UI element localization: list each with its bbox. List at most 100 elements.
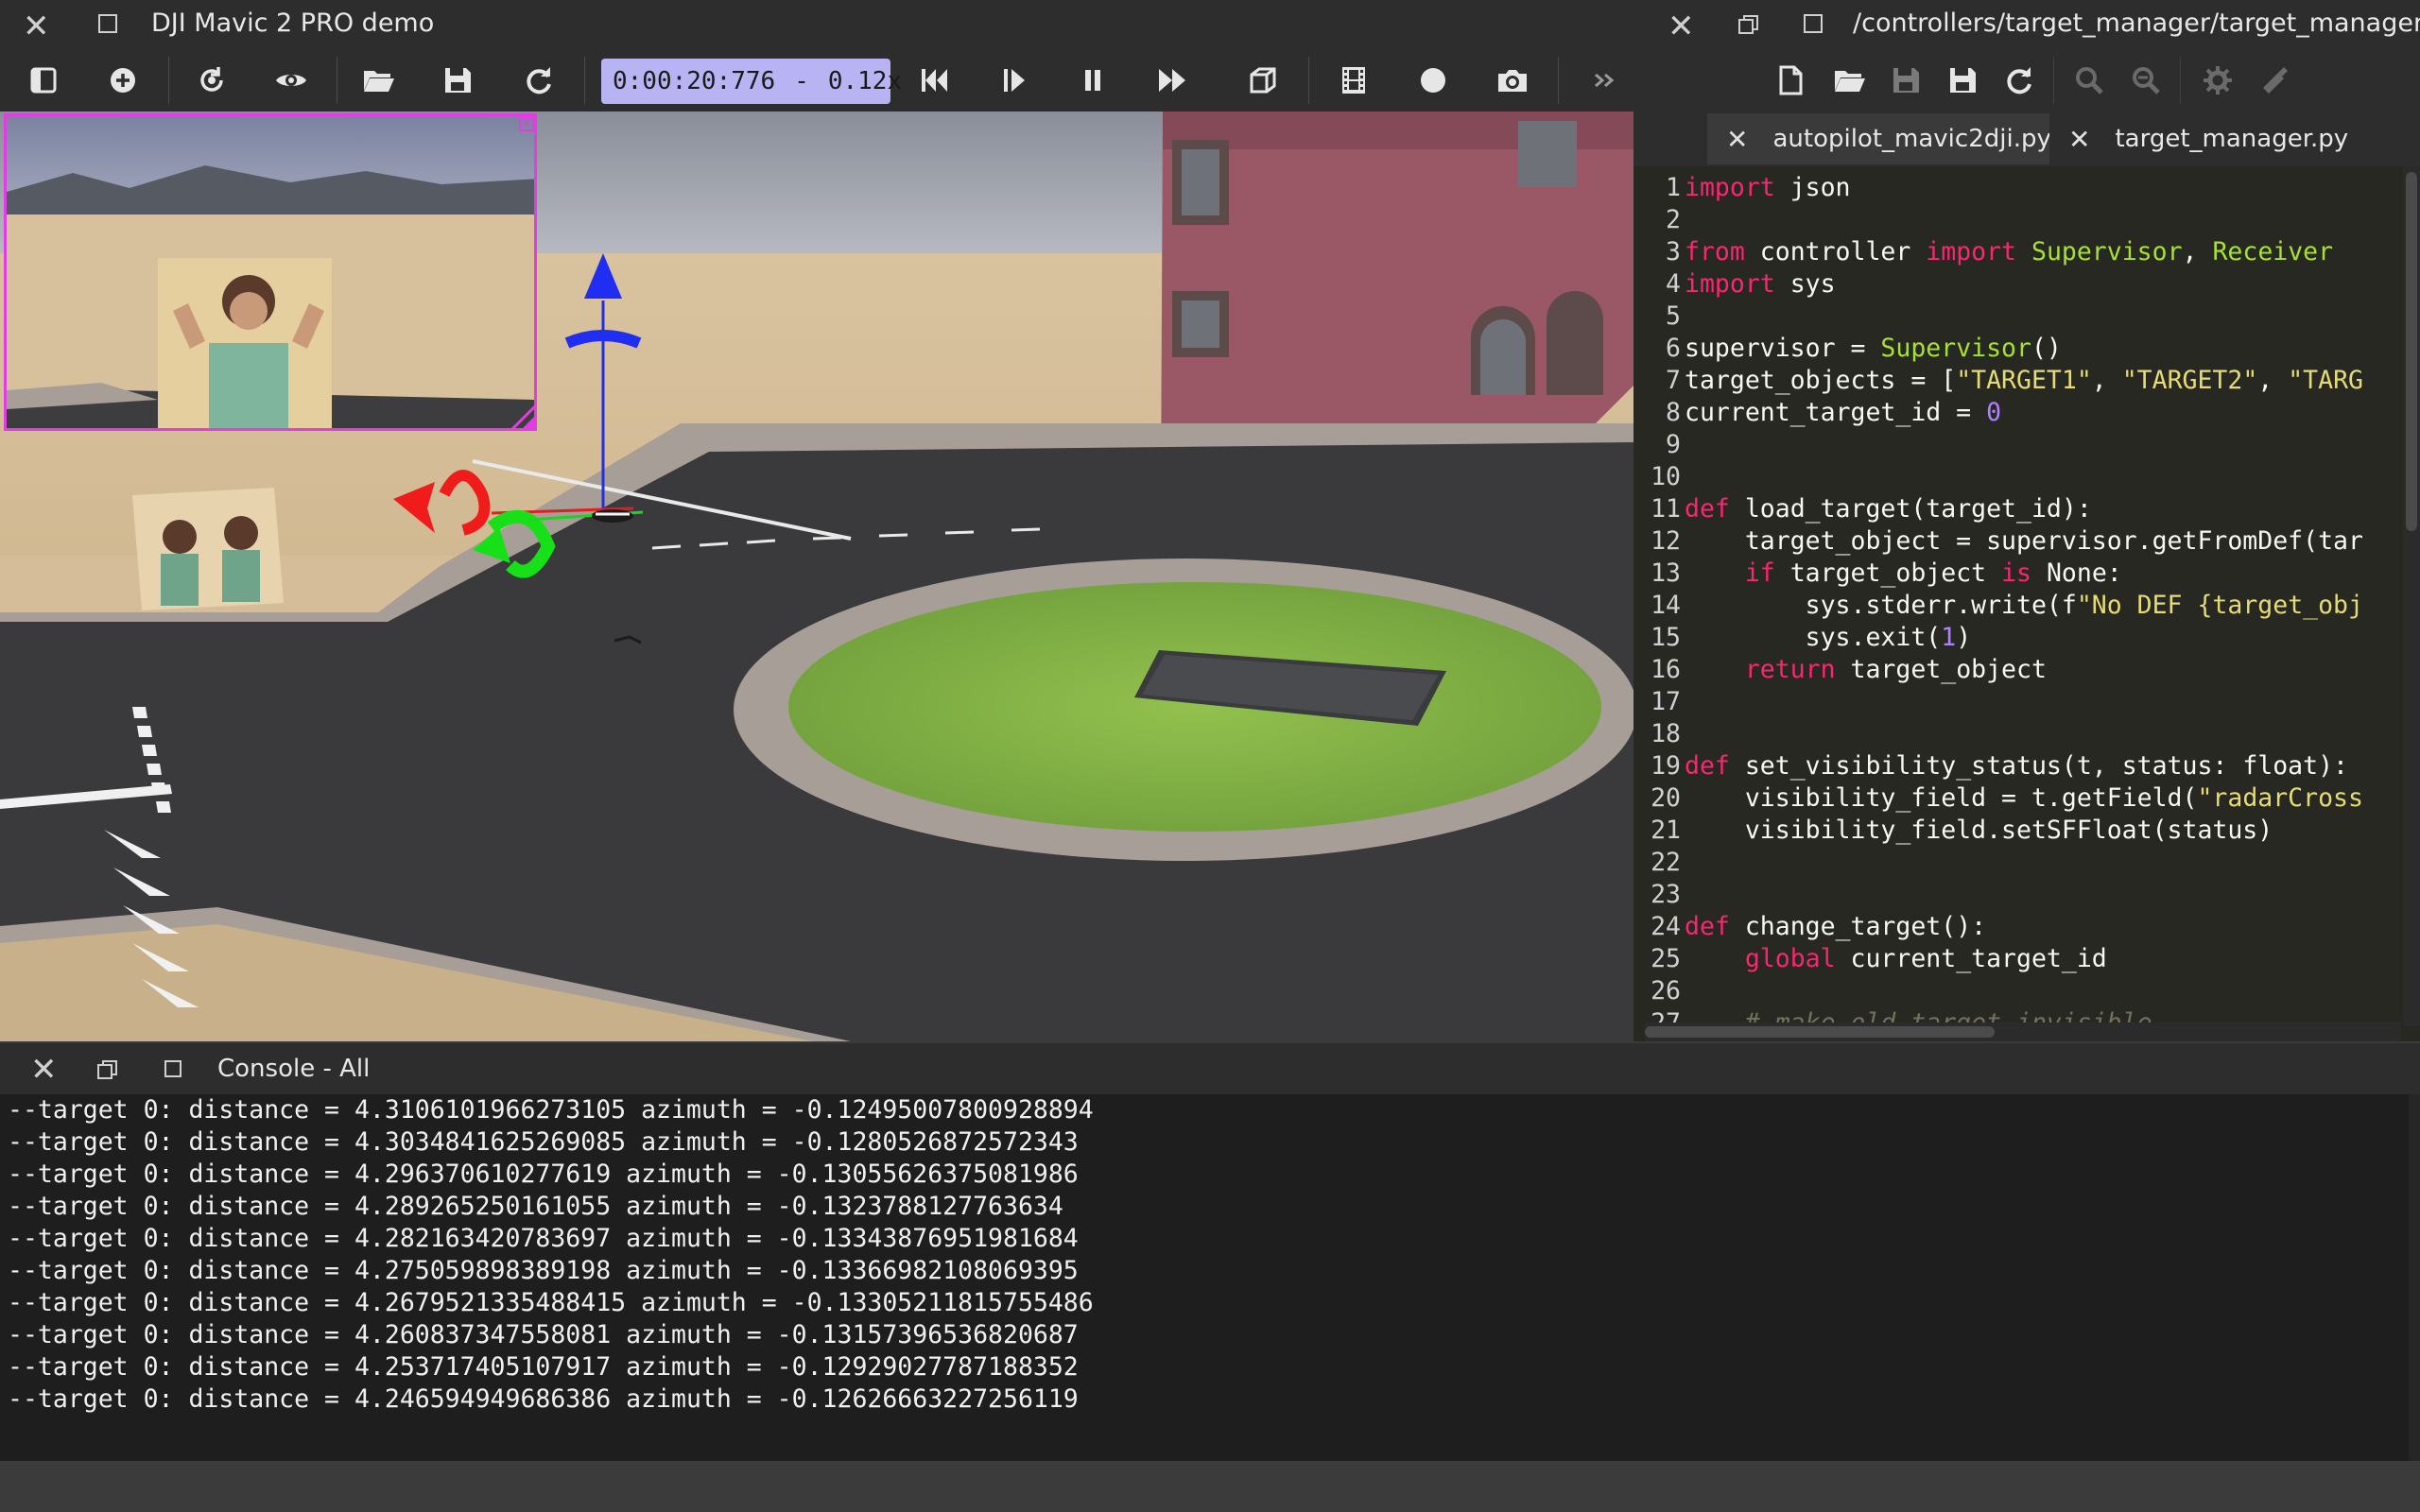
pause-icon[interactable] [1070, 58, 1115, 103]
tab-label: autopilot_mavic2dji.py [1772, 125, 2051, 153]
tab-close-icon[interactable]: ✕ [1726, 124, 1748, 155]
code-token: return [1744, 655, 1836, 684]
line-number: 7 [1666, 366, 1681, 395]
console-line: --target 0: distance = 4.246594949686386… [8, 1384, 1079, 1414]
line-number: 1 [1666, 173, 1681, 202]
line-number: 25 [1651, 944, 1681, 973]
line-number: 20 [1651, 783, 1681, 813]
add-node-icon[interactable] [100, 58, 146, 103]
find-icon[interactable] [2066, 58, 2112, 103]
scene-tree-icon[interactable] [21, 58, 66, 103]
close-editor-icon[interactable]: ✕ [1668, 8, 1695, 45]
step-back-icon[interactable] [911, 58, 957, 103]
code-line: 21 visibility_field.setSFFloat(status) [1634, 815, 2273, 847]
close-console-icon[interactable]: ✕ [30, 1051, 58, 1089]
simulation-title-bar: ✕ DJI Mavic 2 PRO demo [0, 0, 1634, 49]
line-number: 17 [1651, 687, 1681, 716]
tab-close-icon[interactable]: ✕ [2068, 124, 2090, 155]
line-number: 10 [1651, 462, 1681, 491]
float-console-icon[interactable] [96, 1058, 119, 1081]
record-animation-icon[interactable] [1410, 58, 1456, 103]
fast-forward-icon[interactable] [1150, 58, 1195, 103]
screenshot-icon[interactable] [1490, 58, 1535, 103]
revert-icon[interactable] [1996, 58, 2042, 103]
code-line: 5 [1634, 301, 1685, 333]
maximize-console-icon[interactable] [164, 1060, 182, 1077]
code-line: 24 def change_target(): [1634, 911, 1986, 943]
console-line: --target 0: distance = 4.289265250161055… [8, 1192, 1063, 1221]
code-token: "radarCross [2197, 783, 2363, 813]
save-all-icon[interactable] [1940, 58, 1985, 103]
open-file-icon[interactable] [1826, 58, 1872, 103]
new-file-icon[interactable] [1768, 58, 1813, 103]
code-editor[interactable]: 1 import json 2 3 from controller import Sup… [1634, 166, 2420, 1041]
line-number: 9 [1666, 430, 1681, 459]
overlay-close-icon[interactable]: × [519, 116, 534, 131]
code-token: controller [1744, 237, 1927, 266]
code-token: sys.stderr.write(f [1685, 591, 2077, 620]
reload-world-icon[interactable] [516, 58, 562, 103]
line-number: 11 [1651, 494, 1681, 524]
build-icon[interactable] [2195, 58, 2240, 103]
editor-file-path: /controllers/target_manager/target_manag… [1853, 9, 2420, 38]
open-world-icon[interactable] [355, 58, 401, 103]
save-file-icon[interactable] [1883, 58, 1928, 103]
line-number: 23 [1651, 880, 1681, 909]
code-line: 1 import json [1634, 172, 1850, 204]
tab-autopilot[interactable]: ✕ autopilot_mavic2dji.py [1707, 113, 2074, 164]
line-number: 13 [1651, 558, 1681, 588]
editor-tabs: ✕ autopilot_mavic2dji.py ✕ target_manage… [1634, 112, 2420, 166]
reset-view-icon[interactable] [189, 58, 234, 103]
code-token: set_visibility_status(t, status: float): [1729, 751, 2349, 781]
maximize-editor-icon[interactable] [1804, 14, 1823, 33]
code-token: current_target_id = [1685, 398, 1987, 427]
code-token: target_object [1835, 655, 2047, 684]
tab-label: target_manager.py [2115, 125, 2349, 153]
editor-horizontal-scrollbar[interactable] [1645, 1022, 2401, 1041]
line-number: 2 [1666, 205, 1681, 234]
code-line: 22 [1634, 847, 1685, 879]
tab-target-manager[interactable]: ✕ target_manager.py [2049, 113, 2368, 164]
code-token: import [1685, 269, 1775, 299]
more-icon[interactable] [1582, 58, 1628, 103]
editor-toolbar [1634, 49, 2420, 112]
console-scrollbar[interactable] [2409, 1094, 2420, 1461]
time-separator: - [794, 67, 809, 95]
code-token: "No DEF {target_obj [2076, 591, 2363, 620]
eye-icon[interactable] [268, 58, 314, 103]
code-line: 9 [1634, 429, 1685, 461]
code-token: load_target(target_id): [1729, 494, 2092, 524]
line-number: 5 [1666, 301, 1681, 331]
close-window-icon[interactable]: ✕ [23, 8, 50, 45]
code-token: def [1685, 912, 1730, 941]
code-token: "TARGET2" [2121, 366, 2258, 395]
editor-title-bar: ✕ /controllers/target_manager/target_man… [1634, 0, 2420, 49]
code-token: target_object = supervisor.getFromDef(ta… [1685, 526, 2363, 556]
code-line: 25 global current_target_id [1634, 943, 2107, 975]
simulation-title: DJI Mavic 2 PRO demo [151, 9, 435, 38]
code-token: def [1685, 751, 1730, 781]
code-token: "TARGET1" [1956, 366, 2092, 395]
record-movie-icon[interactable] [1331, 58, 1376, 103]
simulation-speed: 0.12x [827, 67, 903, 95]
step-icon[interactable] [991, 58, 1036, 103]
code-line: 14 sys.stderr.write(f"No DEF {target_obj [1634, 590, 2363, 622]
rendering-icon[interactable] [1240, 58, 1286, 103]
editor-vertical-scrollbar[interactable] [2403, 166, 2420, 1026]
save-world-icon[interactable] [435, 58, 480, 103]
float-window-icon[interactable] [1737, 13, 1760, 36]
code-token: visibility_field = t.getField( [1685, 783, 2198, 813]
console-line: --target 0: distance = 4.267952133548841… [8, 1288, 1094, 1317]
code-token: sys [1774, 269, 1836, 299]
code-line: 12 target_object = supervisor.getFromDef… [1634, 525, 2363, 558]
code-line: 10 [1634, 461, 1685, 493]
replace-icon[interactable] [2123, 58, 2169, 103]
clean-icon[interactable] [2252, 58, 2297, 103]
console-output[interactable]: --target 0: distance = 4.310610196627310… [0, 1094, 2409, 1461]
console-line: --target 0: distance = 4.275059898389198… [8, 1256, 1079, 1285]
camera-overlay[interactable]: × [4, 113, 537, 431]
code-token: None: [2031, 558, 2122, 588]
maximize-window-icon[interactable] [98, 14, 117, 33]
code-token: "TARG [2288, 366, 2363, 395]
console-header: ✕ Console - All [0, 1041, 2420, 1094]
